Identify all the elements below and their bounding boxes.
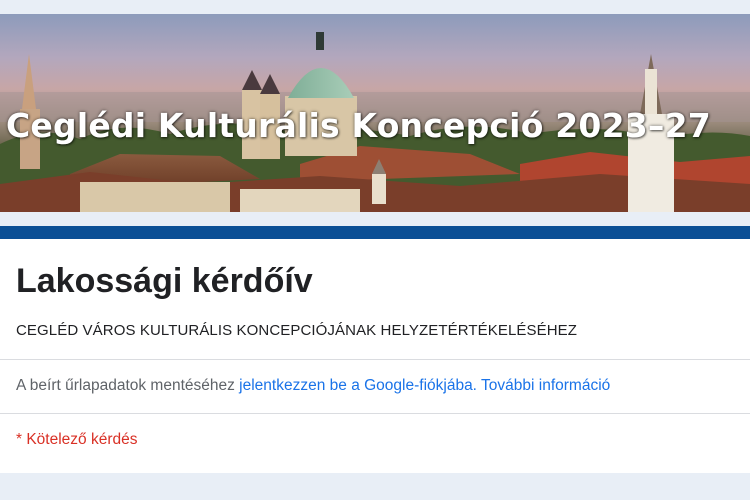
banner-title: Ceglédi Kulturális Koncepció 2023–27 (6, 106, 711, 145)
signin-notice-text: A beírt űrlapadatok mentéséhez (16, 377, 240, 394)
signin-notice: A beírt űrlapadatok mentéséhez jelentkez… (16, 377, 610, 395)
form-header-card: Lakossági kérdőív CEGLÉD VÁROS KULTURÁLI… (0, 226, 750, 473)
required-question-note: * Kötelező kérdés (16, 431, 138, 448)
divider (0, 413, 750, 414)
form-title: Lakossági kérdőív (16, 262, 313, 300)
signin-link[interactable]: jelentkezzen be a Google-fiókjába. (239, 377, 477, 394)
more-info-link[interactable]: További információ (481, 377, 610, 394)
divider (0, 359, 750, 360)
form-accent-bar (0, 226, 750, 239)
header-banner-image: Ceglédi Kulturális Koncepció 2023–27 (0, 14, 750, 212)
form-description: CEGLÉD VÁROS KULTURÁLIS KONCEPCIÓJÁNAK H… (16, 322, 578, 339)
